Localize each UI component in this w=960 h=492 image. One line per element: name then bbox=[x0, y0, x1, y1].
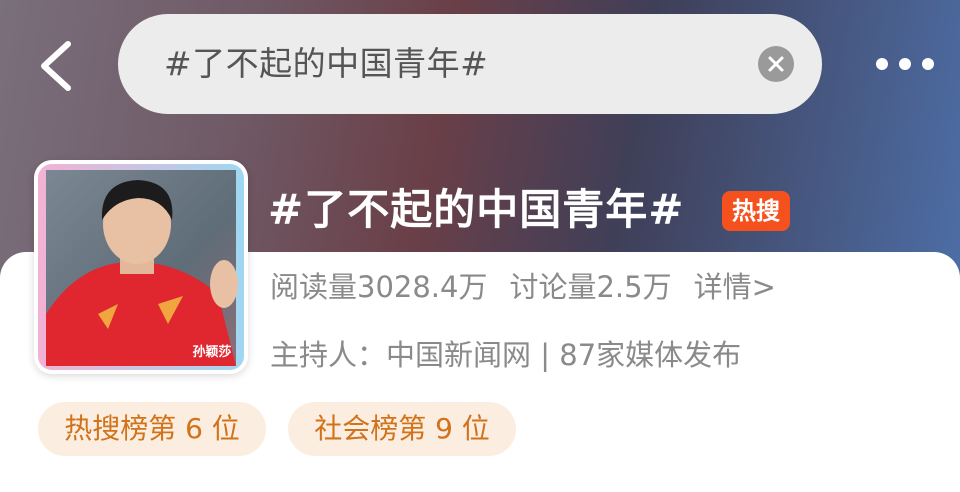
clear-icon bbox=[768, 56, 784, 72]
separator: | bbox=[540, 338, 551, 372]
search-input[interactable]: #了不起的中国青年# bbox=[164, 14, 488, 114]
topic-title: #了不起的中国青年# bbox=[268, 185, 685, 234]
read-count: 阅读量3028.4万 bbox=[270, 270, 488, 304]
discussion-count: 讨论量2.5万 bbox=[509, 270, 672, 304]
topic-stats: 阅读量3028.4万 讨论量2.5万 详情> bbox=[270, 264, 798, 306]
hot-badge: 热搜 bbox=[722, 191, 790, 231]
avatar-name-tag: 孙颖莎 bbox=[192, 345, 232, 360]
chevron-left-icon bbox=[41, 41, 71, 91]
hot-search-rank-pill[interactable]: 热搜榜第 6 位 bbox=[38, 402, 266, 456]
host-info: 主持人：中国新闻网 | 87家媒体发布 bbox=[270, 332, 741, 374]
back-button[interactable] bbox=[34, 38, 82, 94]
topic-avatar[interactable]: 孙颖莎 bbox=[34, 160, 248, 374]
more-dots-icon bbox=[876, 58, 934, 70]
detail-link[interactable]: 详情> bbox=[694, 270, 776, 304]
host-name[interactable]: 中国新闻网 bbox=[386, 338, 531, 372]
host-label: 主持人： bbox=[270, 338, 387, 372]
media-count[interactable]: 87家媒体发布 bbox=[559, 338, 741, 372]
clear-button[interactable] bbox=[758, 46, 794, 82]
more-button[interactable] bbox=[870, 44, 940, 84]
athlete-photo bbox=[38, 164, 244, 370]
search-bar[interactable]: #了不起的中国青年# bbox=[118, 14, 822, 114]
social-rank-pill[interactable]: 社会榜第 9 位 bbox=[288, 402, 516, 456]
